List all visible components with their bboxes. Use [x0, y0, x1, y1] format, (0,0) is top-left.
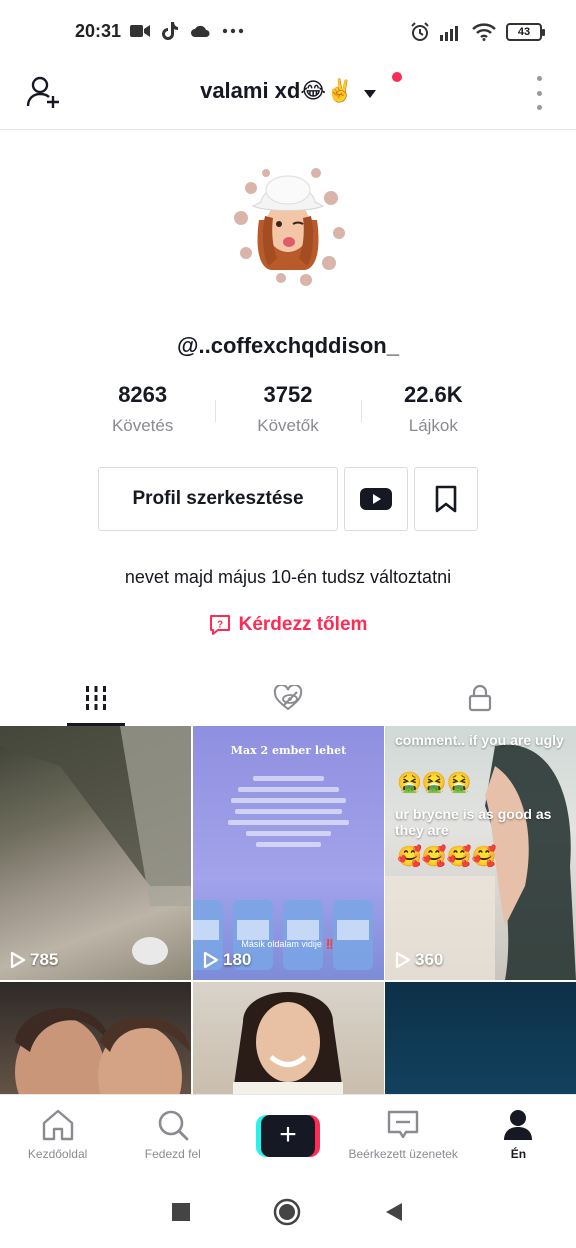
more-dots-icon [222, 28, 244, 34]
video-overlay-text: comment.. if you are ugly [395, 732, 564, 748]
plus-icon: + [256, 1115, 320, 1157]
svg-text:?: ? [217, 620, 223, 631]
view-count-value: 180 [223, 950, 252, 969]
stat-likes[interactable]: 22.6K Lájkok [360, 382, 506, 436]
view-count: 785 [10, 950, 58, 970]
tiktok-icon [162, 22, 178, 40]
youtube-icon [360, 488, 392, 510]
nav-inbox-label: Beérkezett üzenetek [348, 1147, 458, 1161]
video-overlay-ribbon: Másik oldalam vidije ‼️ [241, 939, 336, 949]
back-icon[interactable] [384, 1202, 404, 1222]
video-thumbnail[interactable]: Max 2 ember lehet Másik oldalam vidije ‼… [193, 726, 384, 980]
search-icon [158, 1110, 189, 1141]
stat-likes-label: Lájkok [408, 416, 458, 435]
play-icon [10, 951, 26, 969]
battery-icon: 43 [506, 23, 545, 41]
bookmark-button[interactable] [414, 467, 478, 531]
ask-me-link[interactable]: ? Kérdezz tőlem [0, 614, 576, 636]
nav-home[interactable]: Kezdőoldal [0, 1095, 115, 1176]
kebab-menu-icon[interactable] [534, 76, 544, 110]
alarm-icon [411, 22, 429, 41]
wifi-icon [472, 23, 496, 41]
video-thumbnail[interactable]: 785 [0, 726, 191, 980]
profile-stats: 8263 Követés 3752 Követők 22.6K Lájkok [70, 382, 506, 436]
nav-discover-label: Fedezd fel [144, 1147, 201, 1161]
stat-followers[interactable]: 3752 Követők [215, 382, 360, 436]
tab-videos[interactable] [0, 670, 192, 726]
stat-followers-value: 3752 [263, 382, 313, 407]
view-count-value: 360 [415, 950, 444, 969]
youtube-button[interactable] [344, 467, 408, 531]
video-overlay-lines [217, 770, 360, 853]
video-thumbnail[interactable] [0, 982, 191, 1096]
username: @..coffexchqddison_ [177, 333, 399, 358]
nav-profile[interactable]: Én [461, 1095, 576, 1176]
stat-likes-value: 22.6K [403, 382, 463, 407]
inbox-icon [388, 1110, 419, 1139]
bookmark-icon [435, 485, 457, 513]
tab-liked[interactable] [192, 670, 384, 726]
signal-icon [440, 26, 458, 41]
status-time: 20:31 [75, 21, 122, 41]
video-overlay-text-2: ur brycne is as good as they are [395, 806, 552, 838]
view-count: 180 [203, 950, 251, 970]
video-thumbnail[interactable] [385, 982, 576, 1096]
nav-home-label: Kezdőoldal [27, 1147, 88, 1161]
profile-tabs [0, 670, 576, 726]
status-bar: 20:31 43 [0, 0, 576, 64]
bottom-navigation: Kezdőoldal Fedezd fel + Beérkezett üzene… [0, 1094, 576, 1176]
home-icon [42, 1109, 73, 1141]
view-count: 360 [395, 950, 443, 970]
recent-apps-icon[interactable] [171, 1203, 190, 1221]
nav-inbox[interactable]: Beérkezett üzenetek [346, 1095, 461, 1176]
edit-profile-button[interactable]: Profil szerkesztése [98, 467, 338, 531]
nav-create[interactable]: + [230, 1095, 345, 1176]
liked-hidden-icon [273, 685, 303, 711]
account-switcher[interactable]: valami xd😂✌️ [0, 78, 576, 104]
video-thumbnail[interactable] [193, 982, 384, 1096]
play-icon [203, 951, 219, 969]
nav-discover[interactable]: Fedezd fel [115, 1095, 230, 1176]
lock-icon [468, 684, 492, 712]
stat-following-value: 8263 [118, 382, 168, 407]
header-title: valami xd😂✌️ [200, 78, 354, 103]
avatar[interactable] [221, 158, 355, 292]
video-thumbnail[interactable]: comment.. if you are ugly 🤮🤮🤮 ur brycne … [385, 726, 576, 980]
status-icons-left [130, 22, 244, 40]
ask-me-label: Kérdezz tőlem [238, 614, 368, 635]
view-count-value: 785 [30, 950, 59, 969]
video-overlay-title: Max 2 ember lehet [230, 744, 347, 757]
profile-header: valami xd😂✌️ [0, 64, 576, 130]
stat-following[interactable]: 8263 Követés [70, 382, 215, 436]
grid-icon [86, 686, 106, 710]
status-icons-right: 43 [410, 22, 545, 42]
play-icon [395, 951, 411, 969]
profile-icon [504, 1110, 533, 1140]
video-icon [130, 25, 150, 37]
profile-bio: nevet majd május 10-én tudsz változtatni [124, 567, 452, 587]
stat-followers-label: Követők [257, 416, 319, 435]
stat-following-label: Követés [111, 416, 174, 435]
system-navigation-bar [0, 1176, 576, 1248]
cloud-icon [191, 25, 210, 37]
question-bubble-icon: ? [209, 615, 230, 635]
notification-dot [392, 72, 402, 82]
tab-private[interactable] [384, 670, 576, 726]
nav-profile-label: Én [510, 1147, 527, 1161]
home-button-icon[interactable] [273, 1198, 301, 1226]
sick-emoji-icon: 🤮🤮🤮 [397, 772, 472, 794]
chevron-down-icon [363, 89, 376, 98]
video-grid: 785 Max 2 ember lehet Másik oldalam vidi… [0, 726, 576, 1096]
love-emoji-icon: 🥰🥰🥰🥰 [397, 846, 497, 868]
